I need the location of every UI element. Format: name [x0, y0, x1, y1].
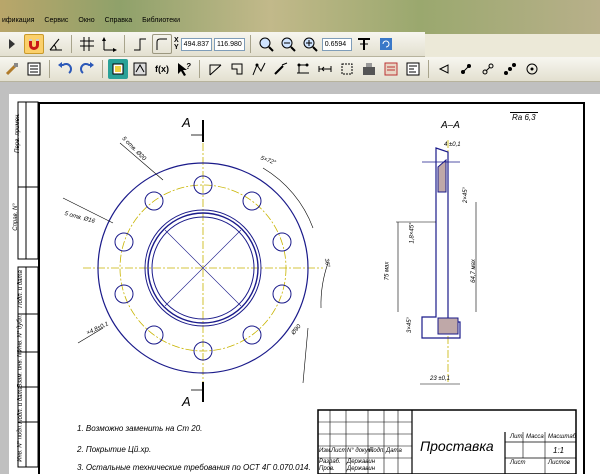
compass-app-window: ификация Сервис Окно Справка Библиотеки [0, 0, 600, 474]
title-block-sheet: Лист [510, 460, 526, 466]
magnet-snap-icon[interactable] [24, 34, 44, 54]
title-block-sign: Подп. [369, 448, 385, 454]
grid-icon[interactable] [77, 34, 97, 54]
roughness-symbol: Ra 6,3 [510, 112, 538, 122]
toolbar-separator [199, 60, 200, 78]
brush-icon[interactable] [2, 59, 22, 79]
toolbar-separator [428, 60, 429, 78]
pan-icon[interactable] [354, 34, 374, 54]
measure-icon[interactable] [315, 59, 335, 79]
technical-note-2: 2. Покрытие Цй.хр. [77, 445, 152, 454]
redo-icon[interactable] [77, 59, 97, 79]
title-block-check: Пров. [319, 466, 335, 472]
title-block-check-name: Державин [347, 466, 376, 472]
zoom-scale-field[interactable]: 0.6594 [321, 37, 352, 51]
parametrization-icon[interactable] [293, 59, 313, 79]
snap-link-icon[interactable] [478, 59, 498, 79]
side-stamp-2: Справ. N° [12, 203, 19, 231]
fx-icon[interactable]: f(x) [152, 59, 172, 79]
menu-item-help[interactable]: Справка [105, 17, 132, 24]
title-block-scale-value: 1:1 [553, 446, 565, 455]
zoom-in-icon[interactable] [300, 34, 320, 54]
designations-icon[interactable] [249, 59, 269, 79]
title-block-change: Изм. [319, 448, 332, 454]
dim-75: 75 мах [384, 261, 391, 281]
round-mode-icon[interactable] [152, 34, 172, 54]
refresh-icon[interactable] [376, 34, 396, 54]
undo-icon[interactable] [55, 59, 75, 79]
side-stamp-5: Взам. инв. N° [17, 350, 24, 388]
technical-note-1: 1. Возможно заменить на Ст 20. [77, 424, 203, 433]
menu-item-service[interactable]: Сервис [44, 17, 68, 24]
zoom-window-icon[interactable] [256, 34, 276, 54]
toolbar-separator [71, 35, 72, 53]
menu-bar: ификация Сервис Окно Справка Библиотеки [0, 13, 600, 27]
menu-arrow-icon[interactable] [2, 34, 22, 54]
y-label: Y [174, 44, 179, 51]
variables-icon[interactable] [130, 59, 150, 79]
help-pointer-icon[interactable]: ? [174, 59, 194, 79]
x-label: X [174, 37, 179, 44]
reports-icon[interactable] [403, 59, 423, 79]
snap-point-icon[interactable] [434, 59, 454, 79]
title-block-dev-name: Державин [347, 459, 376, 465]
section-mark-a-bottom: А [182, 394, 191, 409]
menu-item-window[interactable]: Окно [78, 17, 94, 24]
drawing-canvas[interactable]: А А А–А Ra 6,3 5 отв. Ø20 5×72° 5 отв. Ø… [0, 82, 600, 474]
dim-23: 23 ±0,1 [430, 376, 450, 382]
snap-center-icon[interactable] [522, 59, 542, 79]
toolbar-separator [124, 35, 125, 53]
dim-18x45: 1,8×45° [409, 222, 416, 244]
toolbar-separator [102, 60, 103, 78]
dim-4: 4 ±0,1 [444, 142, 461, 148]
side-stamp-3: Подп. и дата [17, 270, 24, 308]
select-icon[interactable] [337, 59, 357, 79]
title-block-list: Лист [331, 448, 347, 454]
dim-64: 64,7 мах [470, 259, 477, 283]
svg-text:?: ? [186, 62, 191, 71]
assoc-view-icon[interactable] [359, 59, 379, 79]
menu-item-libraries[interactable]: Библиотеки [142, 17, 180, 24]
side-stamp-1: Перв. примен. [14, 113, 21, 153]
geometry-icon[interactable] [205, 59, 225, 79]
technical-note-3: 3. Остальные технические требования по О… [77, 463, 311, 472]
local-cs-icon[interactable] [99, 34, 119, 54]
section-view [396, 140, 477, 385]
title-block-mass: Масса [526, 434, 544, 440]
menu-item-modification[interactable]: ификация [2, 17, 34, 24]
toolbar-second: f(x) ? [0, 57, 600, 82]
section-mark-a-top: А [182, 115, 191, 130]
dim-3x45: 3×45° [406, 317, 413, 333]
list-icon[interactable] [24, 59, 44, 79]
y-coordinate-field[interactable]: 116.980 [213, 37, 245, 51]
drawing-svg [17, 101, 577, 474]
title-block-lit: Лит. [510, 434, 525, 440]
zoom-out-icon[interactable] [278, 34, 298, 54]
edit-icon[interactable] [271, 59, 291, 79]
dim-2x45: 2×45° [462, 187, 469, 203]
side-stamp-4: Инв. N° дубл. [17, 314, 24, 352]
side-stamp-6: Подп. и дата [17, 386, 24, 424]
manager-icon[interactable] [108, 59, 128, 79]
title-block-scale: Масштаб [548, 434, 577, 440]
title-block-dev: Разраб. [319, 459, 341, 465]
title-block-date: Дата [386, 448, 402, 454]
section-title: А–А [441, 120, 460, 131]
angle-snap-icon[interactable] [46, 34, 66, 54]
snap-chain-icon[interactable] [456, 59, 476, 79]
x-coordinate-field[interactable]: 494.837 [180, 37, 212, 51]
side-stamp-7: Инв. N° подл. [17, 424, 24, 462]
toolbar-separator [249, 35, 251, 53]
snap-multi-icon[interactable] [500, 59, 520, 79]
dimensions-icon[interactable] [227, 59, 247, 79]
spec-icon[interactable] [381, 59, 401, 79]
toolbar-top: X Y 494.837 116.980 0.6594 [0, 32, 425, 57]
toolbar-separator [49, 60, 50, 78]
orthogonal-mode-icon[interactable] [130, 34, 150, 54]
flange-front-view [62, 142, 329, 388]
title-block-sheets: Листов [548, 460, 570, 466]
title-block-part-name: Проставка [420, 438, 494, 454]
xy-label: X Y [174, 37, 179, 51]
